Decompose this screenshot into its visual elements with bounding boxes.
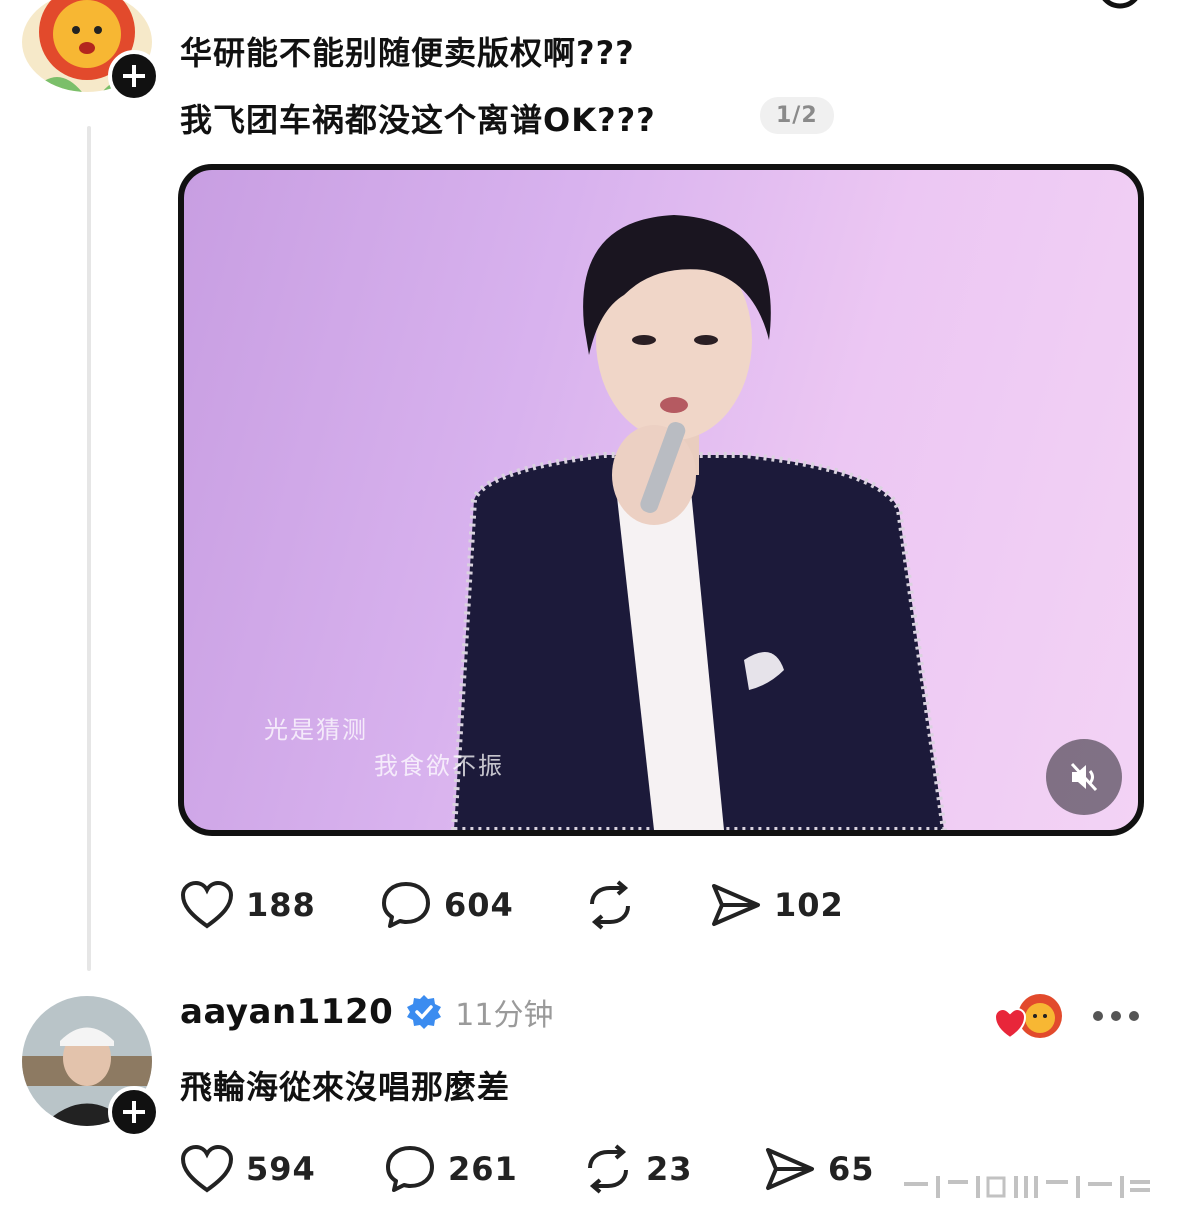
reply-repost-button[interactable]: 23 (582, 1144, 693, 1194)
plus-icon (123, 1101, 145, 1123)
comment-button[interactable]: 604 (380, 880, 514, 930)
reply-repost-count: 23 (646, 1150, 693, 1188)
post-text-line-2: 我飞团车祸都没这个离谱OK??? (180, 101, 656, 139)
post-video[interactable]: 光是猜测 我食欲不振 (178, 164, 1144, 836)
share-button[interactable]: 102 (710, 880, 844, 930)
send-icon (712, 884, 760, 926)
menu-circle-icon[interactable] (1090, 0, 1150, 10)
send-icon (766, 1148, 814, 1190)
video-subtitle-line-2: 我食欲不振 (374, 752, 504, 780)
like-count: 188 (246, 886, 316, 924)
follow-reply-author-button[interactable] (108, 1086, 160, 1138)
verified-badge-icon (407, 995, 442, 1029)
reply-like-count: 594 (246, 1150, 316, 1188)
heart-icon (180, 1144, 234, 1193)
comment-bubble-icon (382, 882, 430, 928)
reply-comment-count: 261 (448, 1150, 518, 1188)
like-button[interactable]: 188 (180, 880, 316, 930)
post-text-line-1: 华研能不能别随便卖版权啊??? (180, 34, 635, 72)
thread-line (87, 126, 91, 971)
speaker-muted-icon (1070, 762, 1098, 792)
repost-icon (588, 1144, 628, 1194)
liked-by-author-icon (993, 994, 1062, 1040)
comment-bubble-icon (386, 1146, 434, 1192)
author-liked-indicator (993, 992, 1066, 1048)
share-count: 102 (774, 886, 844, 924)
reply-share-button[interactable]: 65 (764, 1144, 875, 1194)
reply-text: 飛輪海從來沒唱那麼差 (180, 1068, 511, 1106)
media-pager: 1/2 (760, 97, 834, 134)
video-subtitle-line-1: 光是猜测 (264, 716, 368, 744)
reply-like-button[interactable]: 594 (180, 1144, 316, 1194)
repost-button[interactable] (584, 880, 636, 930)
plus-icon (123, 65, 145, 87)
more-options-icon[interactable] (1090, 1008, 1142, 1024)
comment-count: 604 (444, 886, 514, 924)
reply-username[interactable]: aayan1120 (180, 992, 393, 1032)
mute-button[interactable] (1046, 739, 1122, 815)
reply-share-count: 65 (828, 1150, 875, 1188)
watermark-icon (904, 1176, 1150, 1198)
reply-timestamp: 11分钟 (455, 998, 554, 1033)
reply-comment-button[interactable]: 261 (384, 1144, 518, 1194)
follow-author-button[interactable] (108, 50, 160, 102)
heart-icon (180, 880, 234, 929)
repost-icon (590, 880, 630, 930)
reply-header: aayan1120 11分钟 (180, 990, 553, 1034)
